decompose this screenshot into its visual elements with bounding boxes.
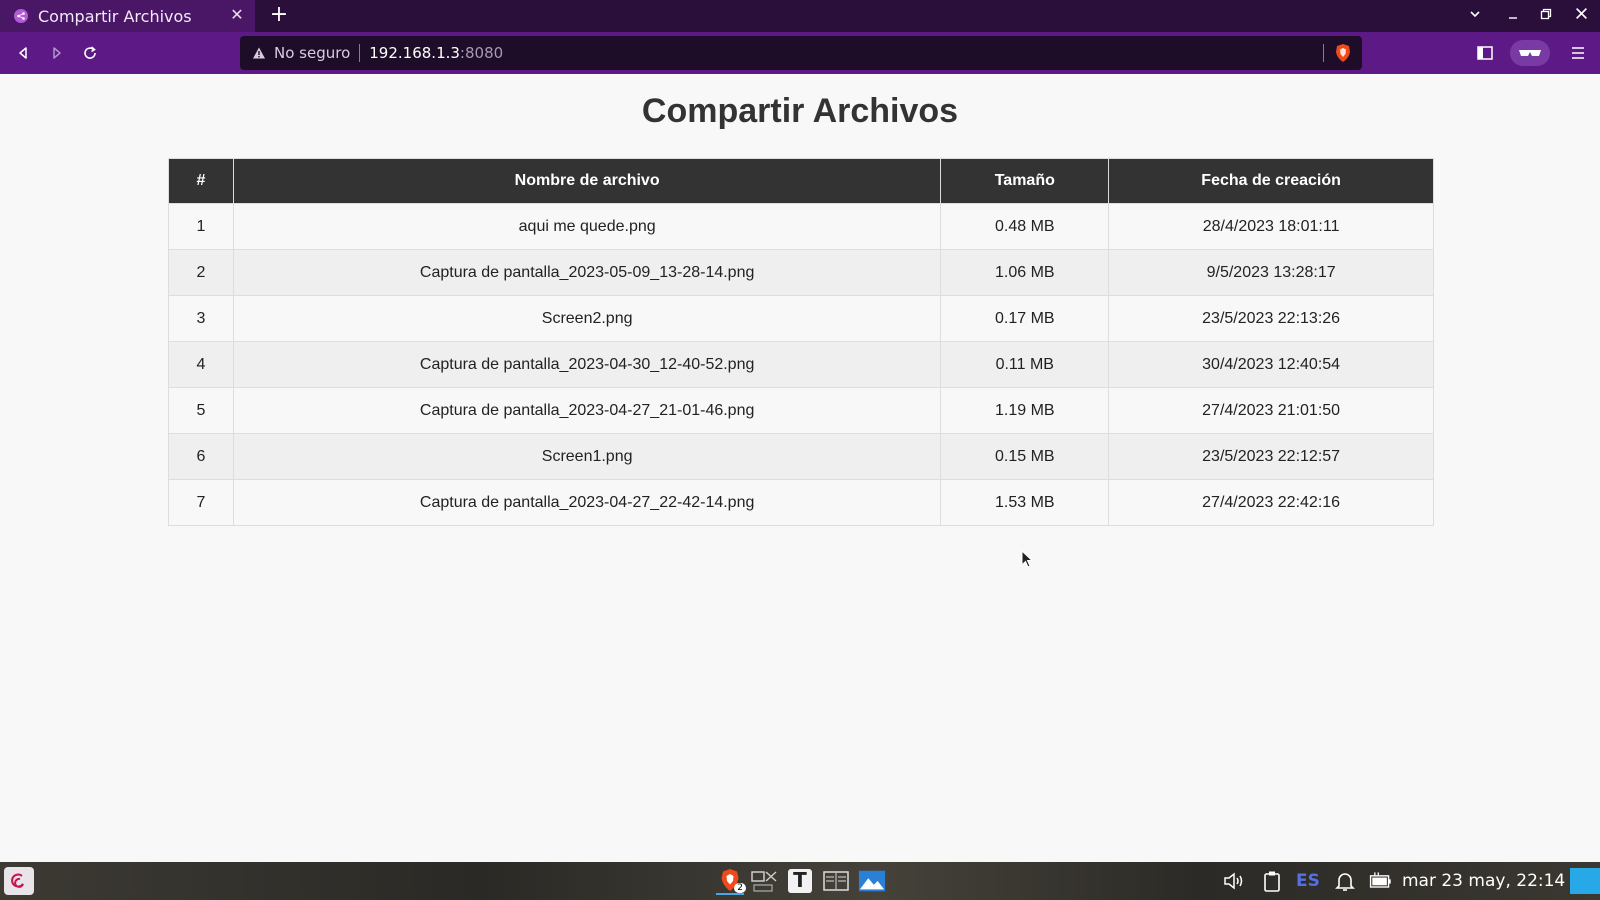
files-table: # Nombre de archivo Tamaño Fecha de crea… bbox=[168, 158, 1434, 526]
row-filename[interactable]: Screen2.png bbox=[232, 295, 942, 342]
tab-title: Compartir Archivos bbox=[38, 6, 192, 26]
file-manager-icon[interactable] bbox=[822, 867, 850, 895]
header-date: Fecha de creación bbox=[1108, 158, 1434, 204]
xfce-tool-icon[interactable] bbox=[750, 867, 778, 895]
row-size: 0.17 MB bbox=[940, 295, 1110, 342]
security-label[interactable]: No seguro bbox=[274, 44, 350, 62]
share-icon bbox=[14, 9, 28, 23]
row-size: 0.11 MB bbox=[940, 341, 1110, 388]
brave-window-count: 2 bbox=[734, 883, 746, 893]
address-bar[interactable]: No seguro 192.168.1.3 :8080 bbox=[240, 36, 1362, 70]
row-index: 5 bbox=[168, 387, 234, 434]
row-date: 30/4/2023 12:40:54 bbox=[1108, 341, 1434, 388]
header-filename: Nombre de archivo bbox=[232, 158, 942, 204]
row-index: 2 bbox=[168, 249, 234, 296]
brave-browser-icon[interactable]: 2 bbox=[716, 867, 746, 895]
menu-icon[interactable] bbox=[1567, 42, 1589, 64]
url-port: :8080 bbox=[459, 44, 504, 62]
row-filename[interactable]: Captura de pantalla_2023-04-30_12-40-52.… bbox=[232, 341, 942, 388]
battery-charging-icon[interactable] bbox=[1368, 869, 1392, 893]
header-size: Tamaño bbox=[940, 158, 1110, 204]
row-size: 1.53 MB bbox=[940, 479, 1110, 526]
row-size: 0.15 MB bbox=[940, 433, 1110, 480]
minimize-icon[interactable] bbox=[1503, 6, 1523, 26]
keyboard-layout-indicator[interactable]: ES bbox=[1296, 871, 1320, 891]
table-row[interactable]: 3 Screen2.png 0.17 MB 23/5/2023 22:13:26 bbox=[168, 295, 1434, 342]
row-date: 28/4/2023 18:01:11 bbox=[1108, 203, 1434, 250]
taskbar: 2 T ES mar 23 may, 22:14 bbox=[0, 862, 1600, 900]
row-index: 7 bbox=[168, 479, 234, 526]
mouse-cursor-icon bbox=[1021, 550, 1034, 568]
row-index: 4 bbox=[168, 341, 234, 388]
row-index: 1 bbox=[168, 203, 234, 250]
tab-active[interactable]: Compartir Archivos ✕ bbox=[0, 0, 255, 32]
table-row[interactable]: 6 Screen1.png 0.15 MB 23/5/2023 22:12:57 bbox=[168, 433, 1434, 480]
row-size: 0.48 MB bbox=[940, 203, 1110, 250]
back-icon[interactable] bbox=[12, 42, 34, 64]
table-row[interactable]: 2 Captura de pantalla_2023-05-09_13-28-1… bbox=[168, 249, 1434, 296]
private-window-icon[interactable] bbox=[1510, 40, 1550, 66]
table-row[interactable]: 4 Captura de pantalla_2023-04-30_12-40-5… bbox=[168, 341, 1434, 388]
sidebar-icon[interactable] bbox=[1474, 42, 1496, 64]
clipboard-icon[interactable] bbox=[1260, 869, 1284, 893]
row-filename[interactable]: Screen1.png bbox=[232, 433, 942, 480]
image-viewer-icon[interactable] bbox=[858, 867, 886, 895]
brave-shields-icon[interactable] bbox=[1334, 43, 1352, 63]
page-title: Compartir Archivos bbox=[641, 92, 959, 130]
restore-icon[interactable] bbox=[1536, 6, 1556, 26]
forward-icon[interactable] bbox=[46, 42, 68, 64]
close-tab-icon[interactable]: ✕ bbox=[229, 7, 245, 23]
table-row[interactable]: 5 Captura de pantalla_2023-04-27_21-01-4… bbox=[168, 387, 1434, 434]
text-editor-icon[interactable]: T bbox=[786, 867, 814, 895]
url-separator bbox=[359, 44, 361, 62]
tab-bar: Compartir Archivos ✕ + bbox=[0, 0, 1600, 32]
close-window-icon[interactable] bbox=[1571, 6, 1591, 26]
notification-bell-icon[interactable] bbox=[1333, 869, 1357, 893]
table-row[interactable]: 7 Captura de pantalla_2023-04-27_22-42-1… bbox=[168, 479, 1434, 526]
row-size: 1.19 MB bbox=[940, 387, 1110, 434]
tab-list-chevron-icon[interactable] bbox=[1465, 6, 1485, 26]
row-filename[interactable]: Captura de pantalla_2023-04-27_21-01-46.… bbox=[232, 387, 942, 434]
row-index: 3 bbox=[168, 295, 234, 342]
reload-icon[interactable] bbox=[79, 42, 101, 64]
row-size: 1.06 MB bbox=[940, 249, 1110, 296]
row-date: 27/4/2023 21:01:50 bbox=[1108, 387, 1434, 434]
row-filename[interactable]: Captura de pantalla_2023-04-27_22-42-14.… bbox=[232, 479, 942, 526]
url-divider bbox=[1323, 44, 1324, 62]
clock[interactable]: mar 23 may, 22:14 bbox=[1402, 871, 1565, 891]
table-row[interactable]: 1 aqui me quede.png 0.48 MB 28/4/2023 18… bbox=[168, 203, 1434, 250]
header-index: # bbox=[168, 158, 234, 204]
row-date: 9/5/2023 13:28:17 bbox=[1108, 249, 1434, 296]
volume-icon[interactable] bbox=[1222, 869, 1246, 893]
text-editor-glyph: T bbox=[793, 868, 807, 892]
new-tab-button[interactable]: + bbox=[268, 4, 290, 26]
warning-icon bbox=[253, 47, 265, 59]
browser-toolbar: No seguro 192.168.1.3 :8080 bbox=[0, 32, 1600, 74]
row-date: 27/4/2023 22:42:16 bbox=[1108, 479, 1434, 526]
row-date: 23/5/2023 22:12:57 bbox=[1108, 433, 1434, 480]
url-host: 192.168.1.3 bbox=[369, 44, 460, 62]
row-date: 23/5/2023 22:13:26 bbox=[1108, 295, 1434, 342]
debian-menu-icon[interactable] bbox=[4, 867, 34, 895]
row-index: 6 bbox=[168, 433, 234, 480]
row-filename[interactable]: aqui me quede.png bbox=[232, 203, 942, 250]
row-filename[interactable]: Captura de pantalla_2023-05-09_13-28-14.… bbox=[232, 249, 942, 296]
show-desktop-button[interactable] bbox=[1570, 868, 1600, 894]
table-header-row: # Nombre de archivo Tamaño Fecha de crea… bbox=[168, 158, 1434, 204]
